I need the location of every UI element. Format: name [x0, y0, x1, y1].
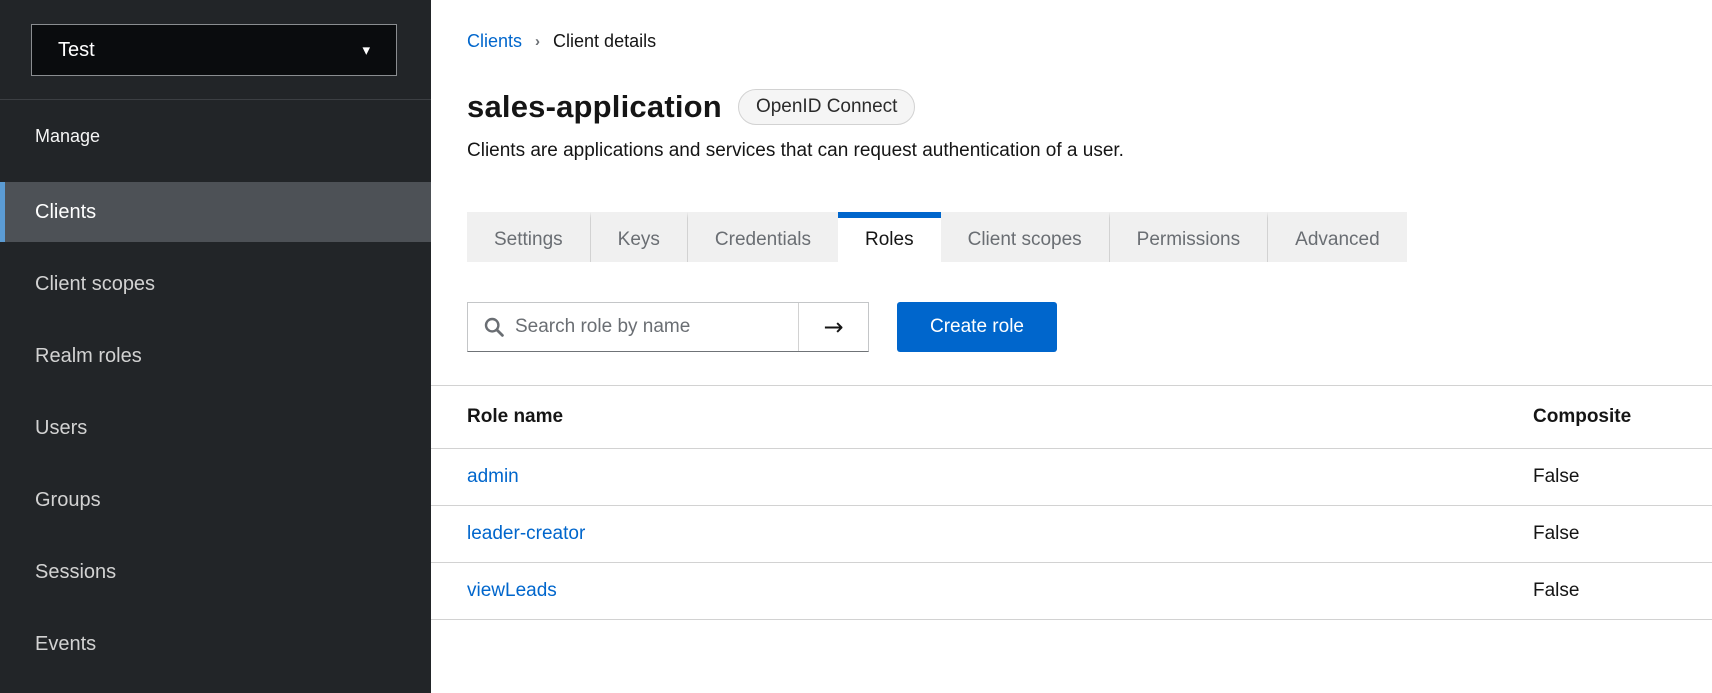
page-header: sales-application OpenID Connect: [467, 86, 1712, 128]
realm-selector-dropdown[interactable]: Test ▾: [31, 24, 397, 76]
table-header-row: Role name Composite: [431, 386, 1712, 448]
search-group: →: [467, 302, 869, 352]
sidebar-item-events[interactable]: Events: [0, 614, 431, 674]
table-row: viewLeads False: [431, 562, 1712, 619]
search-icon: [484, 317, 504, 337]
breadcrumb-divider-icon: ›: [535, 33, 540, 50]
tab-bar: Settings Keys Credentials Roles Client s…: [467, 212, 1407, 262]
realm-name: Test: [58, 39, 95, 62]
table-row: leader-creator False: [431, 505, 1712, 562]
roles-toolbar: → Create role: [467, 302, 1712, 352]
role-link-leader-creator[interactable]: leader-creator: [467, 523, 585, 544]
page-title: sales-application: [467, 89, 722, 125]
tab-keys[interactable]: Keys: [590, 212, 687, 262]
sidebar-item-groups[interactable]: Groups: [0, 470, 431, 530]
composite-value: False: [1533, 505, 1712, 562]
composite-value: False: [1533, 562, 1712, 619]
role-link-viewleads[interactable]: viewLeads: [467, 580, 557, 601]
tab-advanced[interactable]: Advanced: [1267, 212, 1407, 262]
sidebar: Test ▾ Manage Clients Client scopes Real…: [0, 0, 431, 693]
table-row: admin False: [431, 448, 1712, 505]
arrow-right-icon: →: [823, 313, 843, 341]
page-description: Clients are applications and services th…: [467, 140, 1712, 166]
create-role-button[interactable]: Create role: [897, 302, 1057, 352]
column-header-composite: Composite: [1533, 386, 1712, 448]
tab-roles[interactable]: Roles: [838, 212, 941, 262]
caret-down-icon: ▾: [362, 43, 370, 58]
sidebar-item-realm-roles[interactable]: Realm roles: [0, 326, 431, 386]
role-link-admin[interactable]: admin: [467, 466, 519, 487]
composite-value: False: [1533, 448, 1712, 505]
tab-credentials[interactable]: Credentials: [687, 212, 838, 262]
search-submit-button[interactable]: →: [798, 303, 868, 351]
tab-permissions[interactable]: Permissions: [1109, 212, 1267, 262]
main-content: Clients › Client details sales-applicati…: [431, 0, 1712, 693]
breadcrumb-current: Client details: [553, 31, 656, 52]
column-header-role-name: Role name: [431, 386, 1533, 448]
sidebar-item-users[interactable]: Users: [0, 398, 431, 458]
realm-selector-area: Test ▾: [0, 0, 431, 100]
sidebar-item-client-scopes[interactable]: Client scopes: [0, 254, 431, 314]
nav-section-label: Manage: [0, 100, 431, 154]
roles-table: Role name Composite admin False leader-c…: [431, 386, 1712, 620]
tab-settings[interactable]: Settings: [467, 212, 590, 262]
search-input[interactable]: [515, 316, 775, 338]
search-field-wrap: [468, 303, 798, 351]
protocol-badge: OpenID Connect: [738, 89, 916, 125]
breadcrumb-link-clients[interactable]: Clients: [467, 31, 522, 52]
sidebar-nav-list: Clients Client scopes Realm roles Users …: [0, 176, 431, 680]
tab-client-scopes[interactable]: Client scopes: [941, 212, 1109, 262]
sidebar-item-sessions[interactable]: Sessions: [0, 542, 431, 602]
roles-table-section: Role name Composite admin False leader-c…: [431, 385, 1712, 620]
sidebar-item-clients[interactable]: Clients: [0, 182, 431, 242]
breadcrumb: Clients › Client details: [467, 30, 1712, 52]
